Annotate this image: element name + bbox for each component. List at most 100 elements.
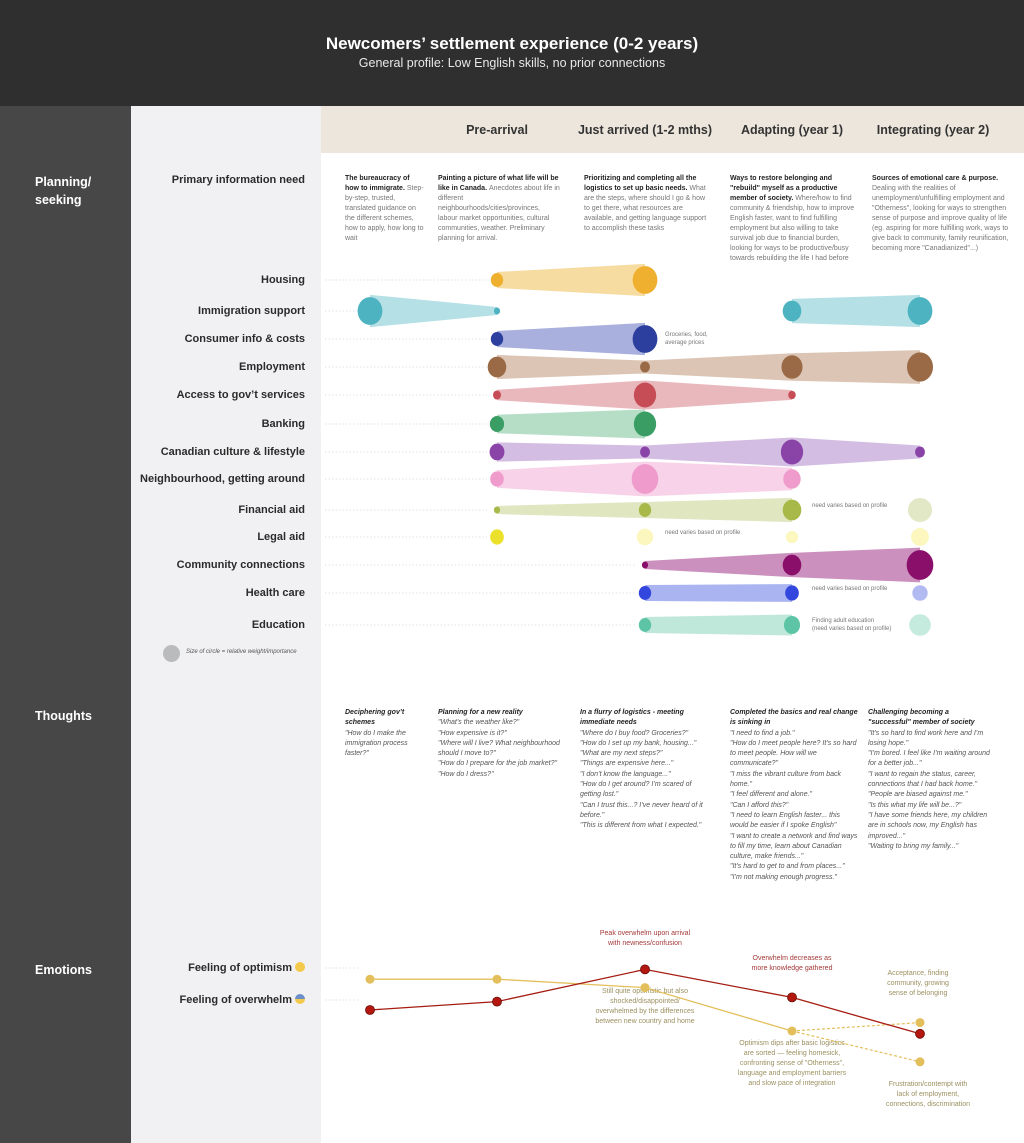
- thought-quote: "Where do I buy food? Groceries?": [580, 729, 689, 737]
- need-circle: [783, 615, 801, 635]
- thought-block-title: Completed the basics and real change is …: [730, 709, 858, 727]
- need-circle: [640, 446, 650, 458]
- need-circle: [638, 618, 652, 632]
- page-subtitle: General profile: Low English skills, no …: [358, 56, 666, 70]
- emotion-point: [915, 1018, 925, 1028]
- need-circle: [489, 416, 505, 432]
- need-circle: [357, 297, 383, 325]
- need-annotation: Finding a family doctor: [665, 586, 708, 600]
- need-circle: [780, 439, 804, 465]
- thought-quote: "I have some friends here, my children a…: [868, 811, 988, 840]
- need-circle: [632, 266, 658, 294]
- need-row-label: Access to gov’t services: [176, 389, 305, 401]
- emotion-line-optimism: [370, 978, 793, 1032]
- thought-quote: "I need to find a job.": [730, 729, 795, 737]
- need-circle-faded: [636, 528, 654, 546]
- thought-quote: "I feel different and alone.": [730, 791, 813, 799]
- section-title-planning: Planning/ seeking: [35, 175, 92, 207]
- need-band: [497, 263, 645, 297]
- info-block-title: Prioritizing and completing all the logi…: [584, 175, 697, 192]
- need-band: [792, 350, 920, 384]
- emotion-point: [365, 1005, 375, 1015]
- legend-text: Size of circle = relative weight/importa…: [186, 649, 297, 655]
- need-row-label: Canadian culture & lifestyle: [160, 446, 305, 458]
- page-title: Newcomers’ settlement experience (0-2 ye…: [325, 34, 699, 53]
- thought-quote: "How do I set up my bank, housing...": [580, 739, 697, 747]
- emotion-point: [492, 974, 502, 984]
- section-title-emotions: Emotions: [35, 963, 92, 977]
- emotion-point: [640, 964, 650, 975]
- need-band: [497, 354, 645, 380]
- need-row-label: Financial aid: [238, 504, 305, 516]
- emotion-point: [492, 996, 502, 1007]
- need-circle: [490, 273, 504, 287]
- need-row-label: Neighbourhood, getting around: [140, 473, 305, 485]
- thought-quote: "What are my next steps?": [580, 750, 663, 758]
- emotion-point: [365, 974, 375, 984]
- info-block-body: Step-by-step, trusted, translated guidan…: [345, 185, 424, 242]
- emotion-label-overwhelm-text: Feeling of overwhelm: [179, 994, 292, 1006]
- thought-quote: "Can I afford this?": [730, 801, 789, 809]
- need-circle: [492, 390, 502, 400]
- need-row-label: Immigration support: [198, 305, 305, 317]
- info-block-title: Sources of emotional care & purpose.: [872, 175, 999, 182]
- phase-integrating: Integrating (year 2): [876, 123, 990, 137]
- emotion-label-optimism: Feeling of optimism: [188, 962, 305, 974]
- need-circle: [906, 550, 934, 580]
- need-band: [645, 353, 792, 381]
- thought-quote: "How expensive is it?": [438, 729, 507, 737]
- need-circle: [633, 411, 657, 437]
- emotion-point: [787, 992, 797, 1003]
- phase-adapting: Adapting (year 1): [740, 123, 844, 137]
- thought-quote: "How do I dress?": [438, 770, 494, 778]
- info-block: The bureaucracy of how to immigrate. Ste…: [345, 174, 425, 244]
- thought-quote: "I’m bored. I feel like I’m waiting arou…: [868, 750, 990, 768]
- emotion-annotation: Optimism dips after basic logistics are …: [737, 1040, 847, 1087]
- emotion-label-optimism-text: Feeling of optimism: [188, 962, 292, 974]
- thought-block: Deciphering gov’t schemes "How do I make …: [345, 708, 425, 759]
- need-band: [497, 442, 645, 462]
- thought-quote: "People are biased against me.": [868, 791, 968, 799]
- need-annotation: need varies based on profile: [665, 530, 741, 536]
- info-block-title: The bureaucracy of how to immigrate.: [345, 175, 410, 192]
- thought-quote: "I miss the vibrant culture from back ho…: [730, 770, 842, 789]
- need-band: [497, 501, 645, 519]
- need-band: [792, 547, 920, 583]
- info-block-body: Dealing with the realities of unemployme…: [872, 185, 1009, 252]
- slightly-smiling-face-icon: [295, 962, 305, 972]
- need-row-label: Banking: [261, 418, 305, 430]
- thought-quote: "It’s hard to get to and from places...": [730, 863, 845, 871]
- info-block-body: Anecdotes about life in different neighb…: [438, 185, 560, 242]
- emotion-point: [915, 1028, 925, 1039]
- need-annotation: need varies based on profile: [812, 586, 888, 592]
- info-block: Prioritizing and completing all the logi…: [584, 174, 712, 234]
- thought-quote: "I don’t know the language...": [580, 770, 671, 778]
- need-band: [645, 552, 792, 578]
- thought-quote: "Where will I live? What neighbourhood s…: [438, 739, 560, 758]
- need-circle: [490, 471, 504, 487]
- need-band: [497, 409, 645, 439]
- thought-block: In a flurry of logistics - meeting immed…: [580, 708, 705, 832]
- need-circle: [638, 503, 652, 517]
- need-circle-faded: [785, 530, 799, 544]
- need-row-label: Legal aid: [257, 531, 305, 543]
- thought-quote: "I need to learn English faster... this …: [730, 811, 841, 830]
- need-circle: [781, 355, 803, 379]
- need-circle-faded: [909, 614, 931, 636]
- need-band: [792, 437, 920, 467]
- need-circle: [490, 332, 504, 346]
- emotion-annotation: Acceptance, finding community, growing s…: [887, 970, 949, 997]
- need-circle: [641, 561, 649, 569]
- need-annotation: need varies based on profile: [812, 503, 888, 509]
- need-circle: [631, 464, 659, 494]
- thought-block-title: In a flurry of logistics - meeting immed…: [580, 709, 684, 727]
- need-circle: [638, 586, 652, 600]
- need-circle: [915, 446, 925, 458]
- thought-quote: "How do I meet people here? It’s so hard…: [730, 739, 857, 768]
- thought-quote: "Waiting to bring my family...": [868, 842, 959, 850]
- need-annotation: Groceries, food, average prices: [665, 332, 708, 346]
- emotion-annotation: Peak overwhelm upon arrival with newness…: [599, 930, 691, 947]
- info-block: Sources of emotional care & purpose. Dea…: [872, 174, 1012, 254]
- thought-quote: "How do I make the immigration process f…: [345, 729, 408, 758]
- thought-block-title: Deciphering gov’t schemes: [345, 709, 405, 727]
